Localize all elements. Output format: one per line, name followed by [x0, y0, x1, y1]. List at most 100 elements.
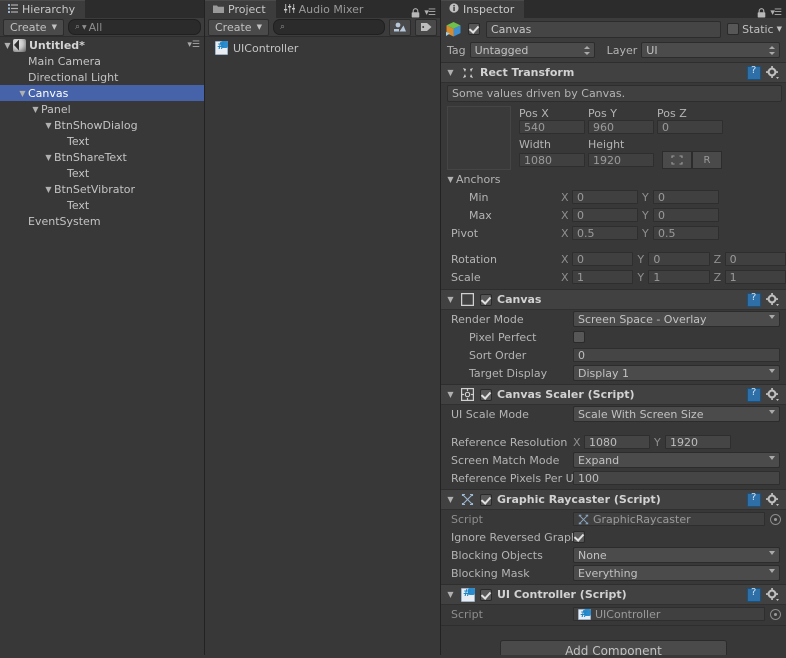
- pixel-perfect-checkbox[interactable]: [573, 331, 585, 343]
- canvas-enabled-checkbox[interactable]: [480, 294, 492, 306]
- hierarchy-item-text[interactable]: ▼Text: [0, 197, 204, 213]
- filter-by-type-button[interactable]: [389, 19, 411, 36]
- hierarchy-item-text[interactable]: ▼Text: [0, 133, 204, 149]
- reference-resolution-y-field[interactable]: 1920: [665, 435, 731, 449]
- scale-z-field[interactable]: 1: [725, 270, 786, 284]
- chevron-down-icon[interactable]: ▼: [43, 121, 54, 130]
- rotation-x-field[interactable]: 0: [572, 252, 633, 266]
- component-header-canvas-scaler[interactable]: ▼ Canvas Scaler (Script): [441, 385, 786, 405]
- help-book-icon[interactable]: [747, 588, 761, 602]
- pos-x-field[interactable]: 540: [519, 120, 585, 134]
- target-display-dropdown[interactable]: Display 1: [573, 365, 780, 381]
- gear-icon[interactable]: [766, 588, 779, 601]
- tag-dropdown[interactable]: Untagged: [470, 42, 595, 58]
- reference-resolution-x-field[interactable]: 1080: [584, 435, 650, 449]
- chevron-down-icon[interactable]: ▼: [2, 41, 13, 50]
- chevron-down-icon[interactable]: ▼: [17, 89, 28, 98]
- hierarchy-search-input[interactable]: ⌕ ▼ All: [68, 19, 201, 35]
- chevron-down-icon[interactable]: ▼: [445, 495, 456, 504]
- chevron-down-icon[interactable]: ▼: [445, 390, 456, 399]
- raycaster-script-field[interactable]: GraphicRaycaster: [573, 512, 765, 526]
- gameobject-name-input[interactable]: Canvas: [486, 21, 721, 38]
- tab-inspector[interactable]: Inspector: [441, 0, 524, 18]
- chevron-down-icon[interactable]: ▼: [445, 68, 456, 77]
- pos-y-field[interactable]: 960: [588, 120, 654, 134]
- render-mode-dropdown[interactable]: Screen Space - Overlay: [573, 311, 780, 327]
- ui-controller-script-field[interactable]: UIController: [573, 607, 765, 621]
- filter-by-label-button[interactable]: [415, 19, 437, 36]
- lock-icon[interactable]: [757, 8, 766, 18]
- blocking-mask-dropdown[interactable]: Everything: [573, 565, 780, 581]
- anchor-max-x-field[interactable]: 0: [572, 208, 638, 222]
- hierarchy-item-btnshowdialog[interactable]: ▼BtnShowDialog: [0, 117, 204, 133]
- gear-icon[interactable]: [766, 388, 779, 401]
- scale-y-field[interactable]: 1: [648, 270, 709, 284]
- help-book-icon[interactable]: [747, 293, 761, 307]
- anchor-min-y-field[interactable]: 0: [653, 190, 719, 204]
- ignore-reversed-graphics-checkbox[interactable]: [573, 531, 585, 543]
- project-item-uicontroller[interactable]: UIController: [205, 39, 440, 57]
- project-create-button[interactable]: Create ▼: [208, 19, 269, 36]
- screen-match-mode-dropdown[interactable]: Expand: [573, 452, 780, 468]
- pivot-y-field[interactable]: 0.5: [653, 226, 719, 240]
- ui-controller-enabled-checkbox[interactable]: [480, 589, 492, 601]
- hierarchy-item-btnsetvibrator[interactable]: ▼BtnSetVibrator: [0, 181, 204, 197]
- tab-project[interactable]: Project: [205, 0, 276, 18]
- chevron-down-icon[interactable]: ▼: [445, 295, 456, 304]
- anchor-min-x-field[interactable]: 0: [572, 190, 638, 204]
- pos-z-field[interactable]: 0: [657, 120, 723, 134]
- hierarchy-item-main-camera[interactable]: ▼Main Camera: [0, 53, 204, 69]
- layer-dropdown[interactable]: UI: [641, 42, 780, 58]
- project-context-menu-icon[interactable]: ▾☰: [424, 8, 435, 18]
- hierarchy-item-btnsharetext[interactable]: ▼BtnShareText: [0, 149, 204, 165]
- rotation-z-field[interactable]: 0: [725, 252, 786, 266]
- hierarchy-item-panel[interactable]: ▼Panel: [0, 101, 204, 117]
- hierarchy-create-button[interactable]: Create ▼: [3, 19, 64, 36]
- object-picker-icon[interactable]: [770, 609, 781, 620]
- help-book-icon[interactable]: [747, 66, 761, 80]
- hierarchy-item-directional-light[interactable]: ▼Directional Light: [0, 69, 204, 85]
- component-header-rect-transform[interactable]: ▼ Rect Transform: [441, 63, 786, 83]
- gameobject-enabled-checkbox[interactable]: [468, 23, 480, 35]
- chevron-down-icon[interactable]: ▼: [445, 175, 456, 184]
- hierarchy-scene-row[interactable]: ▼ Untitled* ▾☰: [0, 37, 204, 53]
- width-field[interactable]: 1080: [519, 153, 585, 167]
- rotation-y-field[interactable]: 0: [648, 252, 709, 266]
- help-book-icon[interactable]: [747, 493, 761, 507]
- component-header-ui-controller[interactable]: ▼ UI Controller (Script): [441, 585, 786, 605]
- gear-icon[interactable]: [766, 66, 779, 79]
- chevron-down-icon[interactable]: ▼: [43, 185, 54, 194]
- tab-hierarchy[interactable]: Hierarchy: [0, 0, 85, 18]
- chevron-down-icon[interactable]: ▼: [43, 153, 54, 162]
- blueprint-mode-button[interactable]: [662, 151, 692, 169]
- static-checkbox[interactable]: [727, 23, 739, 35]
- scale-x-field[interactable]: 1: [572, 270, 633, 284]
- canvas-scaler-enabled-checkbox[interactable]: [480, 389, 492, 401]
- ui-scale-mode-dropdown[interactable]: Scale With Screen Size: [573, 406, 780, 422]
- anchor-preset-box[interactable]: [447, 106, 511, 170]
- gear-icon[interactable]: [766, 493, 779, 506]
- anchors-foldout-row[interactable]: ▼ Anchors: [441, 170, 786, 188]
- reference-pixels-per-unit-field[interactable]: 100: [573, 471, 780, 485]
- raw-edit-mode-button[interactable]: R: [692, 151, 722, 169]
- chevron-down-icon[interactable]: ▼: [30, 105, 41, 114]
- height-field[interactable]: 1920: [588, 153, 654, 167]
- chevron-down-icon[interactable]: ▼: [445, 590, 456, 599]
- inspector-context-menu-icon[interactable]: ▾☰: [770, 8, 781, 18]
- gear-icon[interactable]: [766, 293, 779, 306]
- hierarchy-context-menu-icon[interactable]: ▾☰: [187, 40, 200, 50]
- hierarchy-item-canvas[interactable]: ▼Canvas: [0, 85, 204, 101]
- static-toggle[interactable]: Static ▼: [727, 23, 782, 36]
- anchor-max-y-field[interactable]: 0: [653, 208, 719, 222]
- add-component-button[interactable]: Add Component: [500, 640, 727, 655]
- pivot-x-field[interactable]: 0.5: [572, 226, 638, 240]
- component-header-graphic-raycaster[interactable]: ▼ Graphic Raycaster (Script): [441, 490, 786, 510]
- project-search-input[interactable]: ⌕: [273, 19, 385, 35]
- object-picker-icon[interactable]: [770, 514, 781, 525]
- sort-order-field[interactable]: 0: [573, 348, 780, 362]
- blocking-objects-dropdown[interactable]: None: [573, 547, 780, 563]
- hierarchy-item-eventsystem[interactable]: ▼EventSystem: [0, 213, 204, 229]
- static-dropdown-chevron-icon[interactable]: ▼: [777, 25, 782, 33]
- hierarchy-item-text[interactable]: ▼Text: [0, 165, 204, 181]
- graphic-raycaster-enabled-checkbox[interactable]: [480, 494, 492, 506]
